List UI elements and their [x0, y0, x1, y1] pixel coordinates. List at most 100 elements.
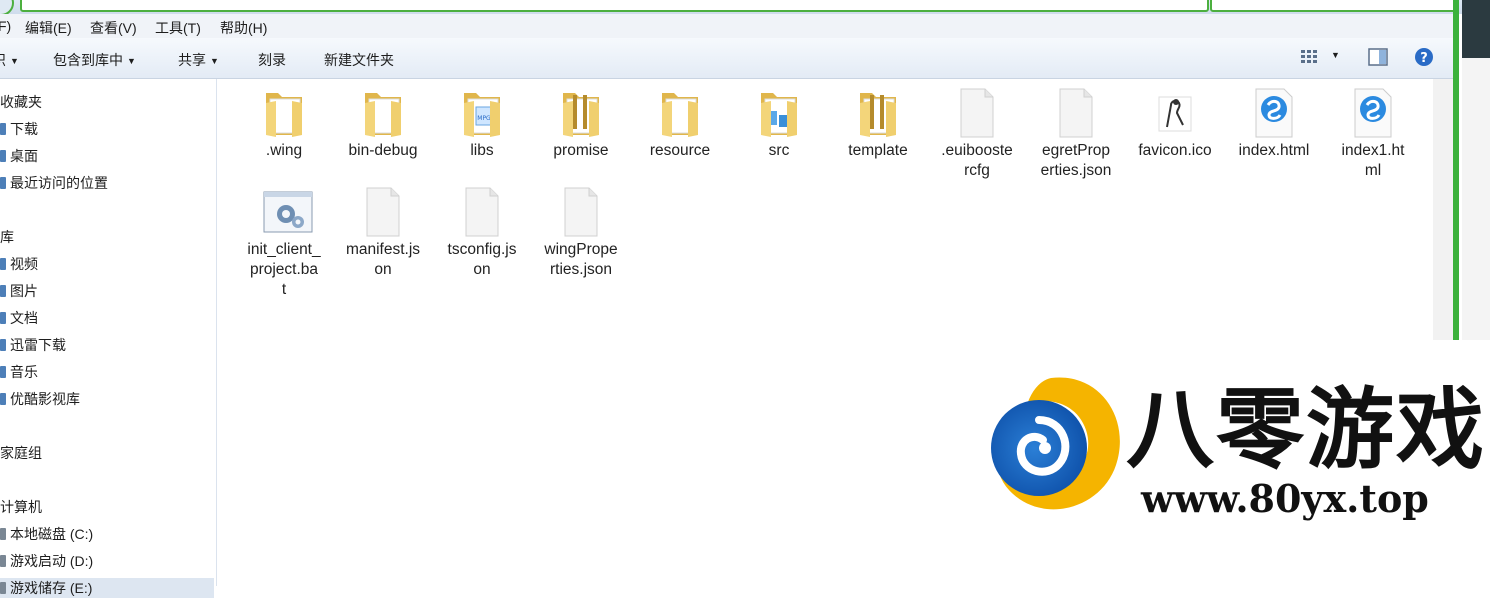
nav-item-desktop[interactable]: 桌面: [0, 146, 38, 166]
search-input[interactable]: [1210, 0, 1456, 12]
file-name: manifest.js on: [345, 241, 421, 278]
menu-help[interactable]: 帮助(H): [220, 18, 267, 38]
nav-item-recent-places[interactable]: 最近访问的位置: [0, 173, 108, 193]
nav-item-videos[interactable]: 视频: [0, 254, 38, 274]
command-bar: 织▼ 包含到库中▼ 共享▼ 刻录 新建文件夹 ▼ ?: [0, 38, 1455, 79]
folder-icon: MPG: [460, 87, 504, 139]
html-file-icon: [1351, 87, 1395, 139]
batch-file-icon: [262, 186, 313, 238]
folder-icon: [361, 87, 405, 139]
background-window-body: [1462, 58, 1490, 340]
file-item[interactable]: index.html: [1230, 79, 1318, 161]
file-name: .euibooste rcfg: [941, 142, 1013, 179]
music-icon: [0, 366, 6, 378]
file-name: index1.ht ml: [1341, 142, 1405, 179]
desktop-icon: [0, 150, 6, 162]
folder-item[interactable]: MPG libs: [438, 79, 526, 161]
file-name: promise: [553, 142, 609, 159]
include-library-button[interactable]: 包含到库中 ▼: [53, 50, 136, 70]
nav-item-documents[interactable]: 文档: [0, 308, 38, 328]
html-file-icon: [1252, 87, 1296, 139]
file-item[interactable]: favicon.ico: [1131, 79, 1219, 161]
file-item[interactable]: wingPrope rties.json: [537, 178, 625, 280]
nav-homegroup[interactable]: 家庭组: [0, 443, 42, 463]
nav-favorites-header[interactable]: 收藏夹: [0, 92, 42, 112]
pictures-icon: [0, 285, 6, 297]
file-icon: [361, 186, 405, 238]
file-item[interactable]: tsconfig.js on: [438, 178, 526, 280]
nav-computer-header[interactable]: 计算机: [0, 497, 42, 517]
nav-item-music[interactable]: 音乐: [0, 362, 38, 382]
folder-item[interactable]: .wing: [240, 79, 328, 161]
view-options-icon[interactable]: [1300, 48, 1320, 66]
folder-item[interactable]: bin-debug: [339, 79, 427, 161]
youku-library-icon: [0, 393, 6, 405]
nav-item-xunlei-downloads[interactable]: 迅雷下载: [0, 335, 66, 355]
folder-item[interactable]: template: [834, 79, 922, 161]
menu-bar: F) 编辑(E) 查看(V) 工具(T) 帮助(H): [0, 14, 1455, 38]
menu-view[interactable]: 查看(V): [90, 18, 137, 38]
nav-item-pictures[interactable]: 图片: [0, 281, 38, 301]
folder-icon: [856, 87, 900, 139]
file-name: src: [768, 142, 790, 159]
file-name: bin-debug: [348, 142, 418, 159]
view-dropdown-chevron-icon[interactable]: ▼: [1331, 50, 1340, 60]
file-name: init_client_ project.ba t: [247, 241, 321, 298]
file-icon: [460, 186, 504, 238]
watermark: 八零游戏 www.80yx.top: [981, 340, 1490, 586]
folder-icon: [658, 87, 702, 139]
folder-item[interactable]: resource: [636, 79, 724, 161]
organize-button[interactable]: 织▼: [0, 50, 19, 70]
file-item[interactable]: egretProp erties.json: [1032, 79, 1120, 181]
watermark-url: www.80yx.top: [1141, 476, 1429, 521]
file-name: resource: [649, 142, 711, 159]
file-name: .wing: [265, 142, 303, 159]
menu-tools[interactable]: 工具(T): [155, 18, 201, 38]
file-icon: [955, 87, 999, 139]
videos-icon: [0, 258, 6, 270]
svg-text:MPG: MPG: [477, 115, 491, 122]
drive-icon: [0, 555, 6, 567]
nav-item-drive-e[interactable]: 游戏储存 (E:): [0, 578, 214, 598]
menu-file[interactable]: F): [0, 18, 11, 34]
file-name: favicon.ico: [1138, 142, 1212, 159]
preview-pane-icon[interactable]: [1368, 48, 1388, 66]
drive-icon: [0, 582, 6, 594]
folder-icon: [559, 87, 603, 139]
file-icon: [559, 186, 603, 238]
nav-libraries-header[interactable]: 库: [0, 227, 14, 247]
background-window: [1462, 0, 1490, 58]
folder-item[interactable]: promise: [537, 79, 625, 161]
watermark-logo-icon: [981, 360, 1126, 530]
help-icon[interactable]: ?: [1414, 47, 1434, 66]
file-item[interactable]: index1.ht ml: [1329, 79, 1417, 181]
folder-icon: [262, 87, 306, 139]
file-icon: [1054, 87, 1098, 139]
xunlei-downloads-icon: [0, 339, 6, 351]
ico-file-icon: [1153, 87, 1197, 139]
file-item[interactable]: init_client_ project.ba t: [240, 178, 328, 300]
nav-item-drive-d[interactable]: 游戏启动 (D:): [0, 551, 93, 571]
file-name: wingPrope rties.json: [544, 241, 618, 278]
folder-item[interactable]: src: [735, 79, 823, 161]
file-name: index.html: [1238, 142, 1310, 159]
file-name: egretProp erties.json: [1040, 142, 1112, 179]
file-item[interactable]: .euibooste rcfg: [933, 79, 1021, 181]
file-name: template: [848, 142, 908, 159]
navigation-pane: 收藏夹 下载 桌面 最近访问的位置 库 视频 图片 文档 迅雷下载 音乐 优酷影…: [0, 79, 217, 598]
window-border: [1453, 0, 1459, 340]
nav-item-downloads[interactable]: 下载: [0, 119, 38, 139]
share-button[interactable]: 共享 ▼: [178, 50, 219, 70]
downloads-icon: [0, 123, 6, 135]
nav-item-youku-library[interactable]: 优酷影视库: [0, 389, 80, 409]
folder-icon: [757, 87, 801, 139]
file-item[interactable]: manifest.js on: [339, 178, 427, 280]
menu-edit[interactable]: 编辑(E): [25, 18, 72, 38]
address-bar[interactable]: [20, 0, 1209, 12]
file-name: libs: [470, 142, 494, 159]
documents-icon: [0, 312, 6, 324]
nav-item-drive-c[interactable]: 本地磁盘 (C:): [0, 524, 93, 544]
watermark-brand: 八零游戏: [1126, 378, 1487, 481]
burn-button[interactable]: 刻录: [258, 50, 286, 70]
new-folder-button[interactable]: 新建文件夹: [324, 50, 394, 70]
